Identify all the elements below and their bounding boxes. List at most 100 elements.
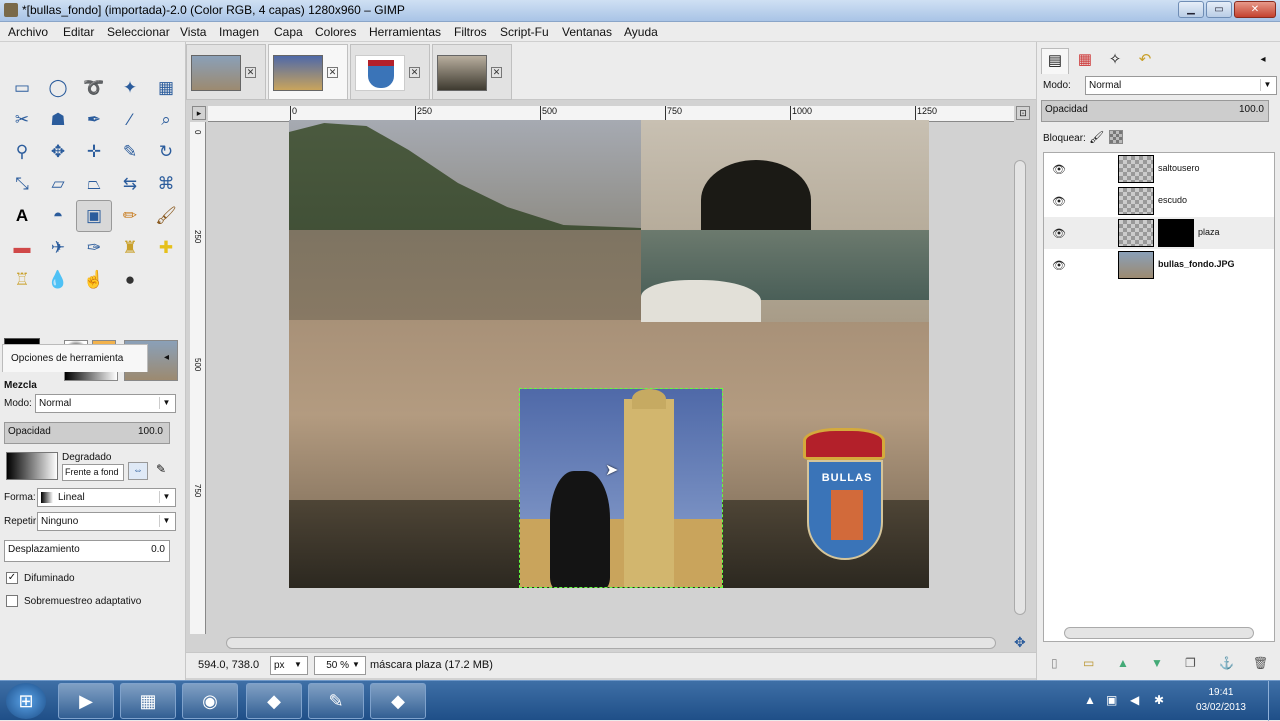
menu-seleccionar[interactable]: Seleccionar [107,25,170,39]
show-desktop-button[interactable] [1268,681,1280,721]
shear-icon[interactable]: ▱ [40,168,76,200]
gradient-direction-field[interactable]: Frente a fond [62,464,124,481]
paths-icon[interactable]: ✒ [76,104,112,136]
blur-icon[interactable]: 💧 [40,264,76,296]
lower-layer-icon[interactable]: ▼ [1151,656,1163,670]
duplicate-layer-icon[interactable]: ❐ [1185,656,1196,670]
gradient-picker[interactable] [6,452,58,480]
color-picker-icon[interactable]: ⁄ [112,104,148,136]
free-select-icon[interactable]: ➰ [76,72,112,104]
tray-expand-icon[interactable]: ▲ [1084,693,1096,707]
unit-dropdown[interactable]: px ▼ [270,656,308,675]
image-tab-1[interactable]: ✕ [186,44,266,100]
layers-horizontal-scrollbar[interactable] [1064,627,1254,639]
bluetooth-icon[interactable]: ✱ [1154,693,1164,707]
menu-filtros[interactable]: Filtros [454,25,487,39]
layer-plaza-selection[interactable] [519,388,723,588]
scissors-icon[interactable]: ✂ [4,104,40,136]
layer-row[interactable]: 👁 plaza [1044,217,1274,249]
menu-editar[interactable]: Editar [63,25,94,39]
move-icon[interactable]: ✥ [40,136,76,168]
firefox-taskbar-button[interactable]: ◉ [182,683,238,719]
perspective-icon[interactable]: ⏢ [76,168,112,200]
image-tab-4[interactable]: ✕ [432,44,512,100]
quick-mask-menu-icon[interactable]: ▸ [192,106,206,120]
bucket-fill-icon[interactable]: ◓ [40,200,76,232]
navigate-icon[interactable]: ✥ [1014,634,1026,651]
fuzzy-select-icon[interactable]: ✦ [112,72,148,104]
align-icon[interactable]: ✛ [76,136,112,168]
opacity-slider[interactable]: Opacidad 100.0 [4,422,170,444]
airbrush-icon[interactable]: ✈ [40,232,76,264]
text-tool-icon[interactable]: A [4,200,40,232]
layer-row[interactable]: 👁 bullas_fondo.JPG [1044,249,1274,281]
rect-select-icon[interactable]: ▭ [4,72,40,104]
media-player-taskbar-button[interactable]: ▶ [58,683,114,719]
close-window-button[interactable]: ✕ [1234,1,1276,18]
tool-options-tab[interactable]: Opciones de herramienta [2,344,148,372]
maximize-button[interactable]: ▭ [1206,1,1232,18]
paths-tab-icon[interactable]: ✧ [1101,48,1129,74]
gimp-app-icon[interactable] [4,3,18,17]
zoom-dropdown[interactable]: 50 % ▼ [314,656,366,675]
dodge-burn-icon[interactable]: ● [112,264,148,296]
close-tab-icon[interactable]: ✕ [491,67,502,78]
ellipse-select-icon[interactable]: ◯ [40,72,76,104]
clone-icon[interactable]: ♜ [112,232,148,264]
visibility-eye-icon[interactable]: 👁 [1052,195,1066,208]
canvas-area[interactable]: ▸ ⊡ 0 250 500 750 1000 1250 0 250 500 75… [186,100,1036,680]
shape-dropdown[interactable]: Lineal ▼ [37,488,176,507]
reverse-gradient-button[interactable]: ⇔ [128,462,148,480]
visibility-eye-icon[interactable]: 👁 [1052,259,1066,272]
new-layer-icon[interactable]: ▯ [1051,656,1058,670]
scale-icon[interactable]: ⤡ [4,168,40,200]
menu-archivo[interactable]: Archivo [8,25,48,39]
crop-icon[interactable]: ✎ [112,136,148,168]
visibility-eye-icon[interactable]: 👁 [1052,227,1066,240]
smudge-icon[interactable]: ☝ [76,264,112,296]
offset-slider[interactable]: Desplazamiento 0.0 [4,540,170,562]
edit-gradient-icon[interactable]: ✎ [156,462,166,476]
paintbrush-icon[interactable]: 🖌 [148,200,184,232]
vertical-scrollbar[interactable] [1014,160,1026,615]
menu-capa[interactable]: Capa [274,25,303,39]
delete-layer-icon[interactable]: 🗑 [1253,656,1268,670]
menu-ventanas[interactable]: Ventanas [562,25,612,39]
undo-history-tab-icon[interactable]: ↶ [1131,48,1159,74]
menu-colores[interactable]: Colores [315,25,356,39]
repeat-dropdown[interactable]: Ninguno ▼ [37,512,176,531]
gimp-taskbar-button[interactable]: ✎ [308,683,364,719]
image-canvas[interactable]: BULLAS ➤ [289,120,929,588]
new-layer-group-icon[interactable]: ▭ [1083,656,1094,670]
zoom-icon[interactable]: ⌕ [148,104,184,136]
blend-tool-icon[interactable]: ▣ [76,200,112,232]
eraser-icon[interactable]: ▬ [4,232,40,264]
gimp-toolbox-taskbar-button[interactable]: ◆ [246,683,302,719]
layer-mask-thumbnail[interactable] [1158,219,1194,247]
menu-script-fu[interactable]: Script-Fu [500,25,549,39]
supersample-checkbox[interactable] [6,595,18,607]
menu-imagen[interactable]: Imagen [219,25,259,39]
pencil-icon[interactable]: ✏ [112,200,148,232]
volume-icon[interactable]: ◀ [1130,693,1139,707]
panel-menu-icon[interactable]: ◂ [1249,48,1277,74]
horizontal-scrollbar[interactable] [226,637,996,649]
dither-checkbox[interactable]: ✓ [6,572,18,584]
network-icon[interactable]: ▣ [1106,693,1117,707]
color-select-icon[interactable]: ▦ [148,72,184,104]
explorer-taskbar-button[interactable]: ▦ [120,683,176,719]
perspective-clone-icon[interactable]: ♖ [4,264,40,296]
minimize-button[interactable]: ▁ [1178,1,1204,18]
gimp-image-taskbar-button[interactable]: ◆ [370,683,426,719]
lock-pixels-icon[interactable]: 🖌 [1089,130,1104,144]
menu-ayuda[interactable]: Ayuda [624,25,658,39]
image-tab-2[interactable]: ✕ [268,44,348,100]
image-tab-3[interactable]: ✕ [350,44,430,100]
visibility-eye-icon[interactable]: 👁 [1052,163,1066,176]
flip-icon[interactable]: ⇆ [112,168,148,200]
foreground-select-icon[interactable]: ☗ [40,104,76,136]
close-tab-icon[interactable]: ✕ [245,67,256,78]
layers-tab-icon[interactable]: ▤ [1041,48,1069,74]
measure-icon[interactable]: ⚲ [4,136,40,168]
close-tab-icon[interactable]: ✕ [327,67,338,78]
